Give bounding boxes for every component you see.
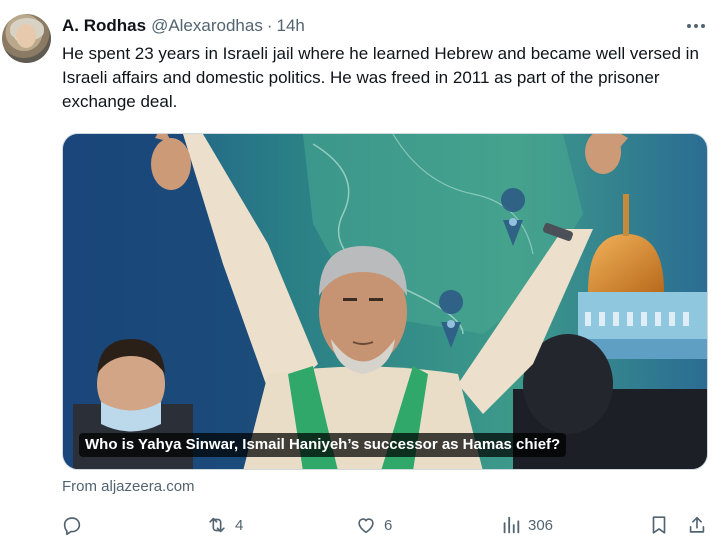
retweet-icon [209,517,225,533]
like-button[interactable]: 6 [354,510,392,540]
heart-icon [358,518,374,534]
bookmark-button[interactable] [648,510,670,540]
reply-button[interactable] [61,510,83,540]
reply-icon [63,517,81,536]
author-avatar[interactable] [2,14,51,63]
more-icon [687,24,705,28]
avatar-face [16,24,36,48]
views-count: 306 [528,516,554,534]
author-handle[interactable]: @Alexarodhas [151,16,263,36]
card-source[interactable]: From aljazeera.com [62,478,195,495]
retweet-count: 4 [235,516,244,534]
link-card[interactable]: Who is Yahya Sinwar, Ismail Haniyeh’s su… [62,133,708,470]
bookmark-icon [652,516,666,534]
share-icon [689,516,705,533]
separator-dot: · [266,16,273,35]
card-image [63,134,707,469]
like-count: 6 [384,516,393,534]
views-chart-icon [503,516,520,534]
tweet-header: A. Rodhas @Alexarodhas · 14h [62,15,305,37]
retweet-button[interactable]: 4 [205,510,243,540]
card-title: Who is Yahya Sinwar, Ismail Haniyeh’s su… [79,433,567,457]
views-button[interactable]: 306 [500,510,553,540]
more-options-button[interactable] [683,17,709,35]
tweet-text: He spent 23 years in Israeli jail where … [62,44,699,111]
tweet-actions: 4 6 306 [0,510,722,540]
share-button[interactable] [686,510,708,540]
author-name[interactable]: A. Rodhas [62,16,146,36]
tweet-timestamp[interactable]: 14h [277,16,305,36]
